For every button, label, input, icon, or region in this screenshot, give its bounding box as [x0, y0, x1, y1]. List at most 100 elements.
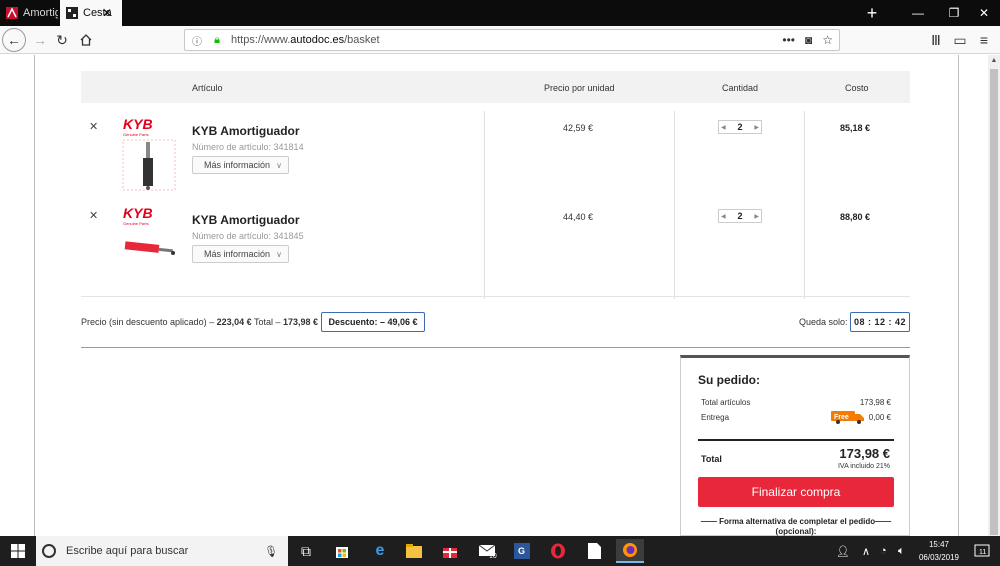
header-unit-price: Precio por unidad — [544, 83, 615, 93]
kyb-logo: KYB — [123, 116, 153, 132]
new-tab-button[interactable]: + — [852, 0, 892, 26]
increase-arrow-icon[interactable]: ▶ — [754, 213, 759, 220]
remove-item-icon[interactable]: ✕ — [89, 120, 98, 133]
basket-page: Artículo Precio por unidad Cantidad Cost… — [0, 55, 1000, 536]
taskbar-search-box[interactable]: Escribe aquí para buscar 🎙︎ — [36, 536, 288, 566]
remaining-time-label: Queda solo: — [799, 317, 848, 327]
chevron-down-icon: ∨ — [276, 160, 282, 170]
volume-icon[interactable]: 🔈︎ — [898, 536, 905, 566]
forward-arrow-icon: → — [33, 32, 47, 48]
lock-icon[interactable]: 🔒︎ — [209, 34, 225, 47]
info-icon[interactable]: ⓘ — [189, 33, 205, 48]
quantity-stepper[interactable]: ◀ 2 ▶ — [718, 209, 762, 223]
divider — [81, 296, 910, 297]
reload-icon: ↻ — [56, 31, 68, 48]
network-icon[interactable]: ◔ — [880, 536, 887, 566]
order-items-row: Total artículos 173,98 € — [701, 398, 891, 407]
minimize-button[interactable]: — — [900, 0, 936, 26]
menu-button[interactable]: ≡ — [974, 30, 994, 50]
header-article: Artículo — [192, 83, 223, 93]
mail-icon[interactable]: 10 — [474, 539, 502, 563]
tab-cesta[interactable]: Cesta ✕ — [60, 0, 122, 26]
alternative-checkout-label: —— Forma alternativa de completar el ped… — [700, 517, 892, 536]
page-actions-icon[interactable]: ••• — [782, 33, 795, 47]
svg-text:Genuine Parts: Genuine Parts — [123, 132, 149, 137]
chevron-down-icon: ∨ — [276, 249, 282, 259]
svg-text:Free: Free — [834, 414, 849, 421]
tab-amortiguador[interactable]: Amortiguador — [0, 0, 58, 26]
order-summary-panel: Su pedido: Total artículos 173,98 € Entr… — [680, 355, 910, 536]
decrease-arrow-icon[interactable]: ◀ — [721, 213, 726, 220]
close-tab-icon[interactable]: ✕ — [102, 6, 112, 20]
url-text: https://www.autodoc.es/basket — [231, 34, 380, 46]
document-icon[interactable] — [580, 539, 608, 563]
divider — [81, 347, 910, 348]
reload-button[interactable]: ↻ — [52, 30, 72, 50]
tab-bar: Amortiguador Cesta ✕ + — ❐ ✕ — [0, 0, 1000, 26]
store-icon[interactable] — [328, 539, 356, 563]
free-delivery-truck-icon: Free — [831, 411, 864, 424]
library-button[interactable]: Ⅲ — [926, 30, 946, 50]
unit-price: 42,59 € — [563, 123, 594, 133]
windows-logo-icon — [11, 544, 25, 558]
firefox-icon[interactable] — [616, 539, 644, 563]
product-image-shock-absorber[interactable]: KYB Genuine Parts — [121, 116, 177, 192]
people-icon[interactable]: 👤︎ — [836, 536, 850, 566]
home-button[interactable] — [76, 30, 96, 50]
product-image-shock-absorber[interactable]: KYB Genuine Parts — [121, 205, 177, 281]
clock-date: 06/03/2019 — [918, 553, 960, 562]
home-icon — [80, 34, 92, 46]
price-summary: Precio (sin descuento aplicado) – 223,04… — [81, 317, 319, 327]
pdf-app-icon[interactable]: G — [508, 539, 536, 563]
microphone-icon[interactable]: 🎙︎ — [264, 545, 278, 558]
product-name[interactable]: KYB Amortiguador — [192, 124, 300, 138]
autodoc-favicon-icon — [6, 7, 18, 19]
order-total-label: Total — [701, 454, 722, 464]
close-window-button[interactable]: ✕ — [966, 0, 1000, 26]
bookmark-star-icon[interactable]: ☆ — [822, 33, 833, 47]
navigation-bar: ← → ↻ ⓘ 🔒︎ https://www.autodoc.es/basket… — [0, 26, 1000, 54]
content-border-left — [34, 55, 35, 536]
more-info-button[interactable]: Más información ∨ — [192, 156, 289, 174]
cortana-icon — [42, 544, 56, 558]
library-icon: Ⅲ — [931, 31, 941, 48]
system-clock[interactable]: 15:47 06/03/2019 — [914, 538, 964, 564]
increase-arrow-icon[interactable]: ▶ — [754, 124, 759, 131]
scrollbar-thumb[interactable] — [990, 69, 998, 535]
gift-app-icon[interactable] — [436, 539, 464, 563]
file-explorer-icon[interactable] — [400, 539, 428, 563]
quantity-value[interactable]: 2 — [737, 211, 742, 221]
sidebar-icon: ▭ — [953, 31, 967, 48]
header-cost: Costo — [845, 83, 869, 93]
unit-price: 44,40 € — [563, 212, 594, 222]
scroll-up-icon[interactable]: ▲ — [990, 57, 998, 65]
more-info-button[interactable]: Más información ∨ — [192, 245, 289, 263]
svg-text:11: 11 — [979, 549, 986, 556]
svg-text:10: 10 — [489, 553, 497, 558]
basket-item: ✕ KYB Genuine Parts KYB Amortiguador Núm… — [81, 205, 910, 293]
checkout-button[interactable]: Finalizar compra — [698, 477, 894, 507]
address-bar[interactable]: ⓘ 🔒︎ https://www.autodoc.es/basket ••• ◙… — [184, 29, 840, 51]
kyb-logo: KYB — [123, 205, 153, 221]
forward-button[interactable]: → — [30, 30, 50, 50]
sidebar-button[interactable]: ▭ — [950, 30, 970, 50]
opera-icon[interactable] — [544, 539, 572, 563]
back-button[interactable]: ← — [2, 28, 26, 52]
show-hidden-icons-chevron-icon[interactable]: ∧ — [862, 536, 870, 566]
edge-browser-icon[interactable]: e — [366, 539, 394, 563]
more-info-label: Más información — [204, 160, 271, 170]
decrease-arrow-icon[interactable]: ◀ — [721, 124, 726, 131]
task-view-icon[interactable]: ⧉ — [292, 539, 320, 563]
remove-item-icon[interactable]: ✕ — [89, 209, 98, 222]
quantity-value[interactable]: 2 — [737, 122, 742, 132]
order-delivery-row: Entrega Free 0,00 € — [701, 411, 891, 424]
pocket-icon[interactable]: ◙ — [805, 33, 812, 47]
svg-text:G: G — [518, 546, 525, 556]
header-quantity: Cantidad — [722, 83, 759, 93]
quantity-stepper[interactable]: ◀ 2 ▶ — [718, 120, 762, 134]
hamburger-icon: ≡ — [979, 32, 989, 48]
start-button[interactable] — [0, 536, 36, 566]
action-center-icon[interactable]: 11 — [974, 536, 990, 566]
article-number: Número de artículo: 341845 — [192, 231, 304, 241]
product-name[interactable]: KYB Amortiguador — [192, 213, 300, 227]
